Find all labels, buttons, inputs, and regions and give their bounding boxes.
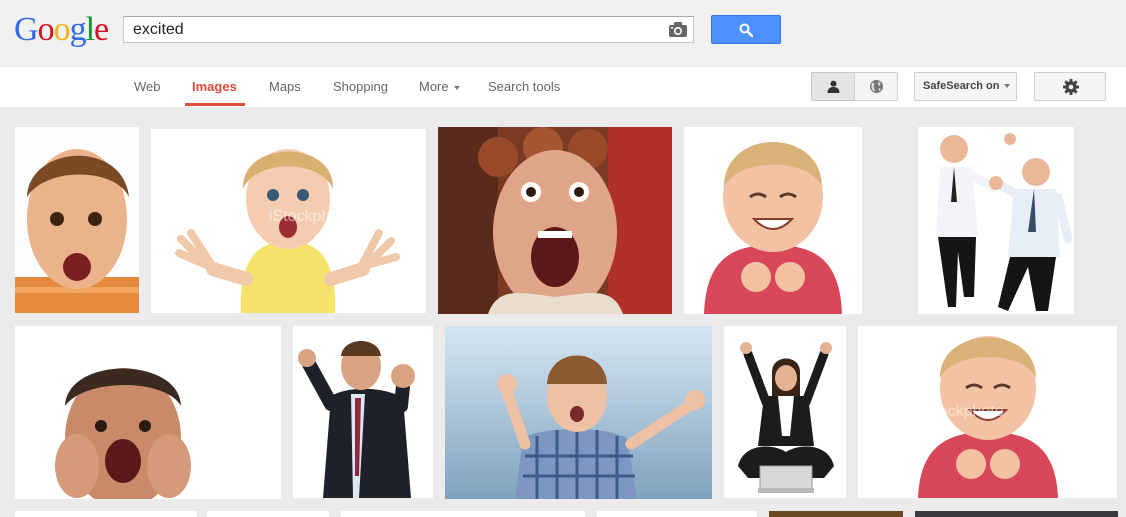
- image-result[interactable]: [769, 511, 903, 517]
- logo-letter: l: [85, 11, 96, 48]
- tab-search-tools[interactable]: Search tools: [488, 79, 560, 95]
- image-result[interactable]: [293, 326, 433, 498]
- safesearch-dropdown[interactable]: SafeSearch on: [914, 72, 1017, 101]
- globe-icon: [870, 80, 883, 93]
- image-result[interactable]: [438, 127, 672, 314]
- tab-web[interactable]: Web: [134, 79, 161, 95]
- logo-letter: g: [69, 11, 87, 48]
- result-image: iStockphoto: [858, 326, 1117, 498]
- result-image: [15, 326, 281, 499]
- active-tab-indicator: [185, 103, 245, 106]
- result-image: iStockphoto: [151, 129, 426, 313]
- tab-images[interactable]: Images: [192, 79, 237, 95]
- personal-results-button[interactable]: [811, 72, 855, 101]
- search-box[interactable]: [123, 16, 694, 43]
- image-result[interactable]: [918, 127, 1074, 314]
- result-image: [918, 127, 1074, 314]
- watermark: iStockphoto: [920, 403, 1004, 420]
- global-results-button[interactable]: [854, 72, 898, 101]
- image-result[interactable]: [341, 511, 585, 517]
- result-image: [445, 326, 712, 499]
- top-bar: Google: [0, 0, 1126, 67]
- watermark: iStockphoto: [269, 208, 353, 225]
- image-result[interactable]: [15, 511, 197, 517]
- chevron-down-icon: [1004, 84, 1011, 89]
- tab-more-label: More: [419, 79, 449, 94]
- image-result[interactable]: iStockphoto: [858, 326, 1117, 498]
- safesearch-label: SafeSearch on: [923, 80, 1000, 92]
- result-image: [15, 127, 139, 313]
- nav-bar: Web Images Maps Shopping More Search too…: [0, 67, 1126, 108]
- google-logo[interactable]: Google: [14, 10, 109, 50]
- tab-more[interactable]: More: [419, 79, 460, 95]
- logo-letter: e: [94, 11, 109, 48]
- gear-icon: [1063, 79, 1079, 95]
- image-result[interactable]: iStockphoto: [151, 129, 426, 313]
- camera-icon[interactable]: [669, 22, 687, 37]
- image-result[interactable]: [684, 127, 862, 314]
- search-button[interactable]: [711, 15, 781, 44]
- result-image: [438, 127, 672, 314]
- tab-maps[interactable]: Maps: [269, 79, 301, 95]
- result-image: [684, 127, 862, 314]
- image-result[interactable]: [207, 511, 329, 517]
- result-image: [293, 326, 433, 498]
- image-result[interactable]: [445, 326, 712, 499]
- tab-shopping[interactable]: Shopping: [333, 79, 388, 95]
- image-result[interactable]: [915, 511, 1118, 517]
- search-icon: [739, 23, 753, 37]
- image-result[interactable]: [15, 326, 281, 499]
- chevron-down-icon: [453, 85, 460, 90]
- logo-letter: o: [37, 11, 55, 48]
- result-image: [724, 326, 846, 498]
- settings-button[interactable]: [1034, 72, 1106, 101]
- image-result[interactable]: [15, 127, 139, 313]
- person-icon: [827, 80, 840, 93]
- search-input[interactable]: [133, 20, 653, 40]
- logo-letter: o: [53, 11, 71, 48]
- logo-letter: G: [14, 11, 39, 48]
- image-result[interactable]: [724, 326, 846, 498]
- image-result[interactable]: [597, 511, 757, 517]
